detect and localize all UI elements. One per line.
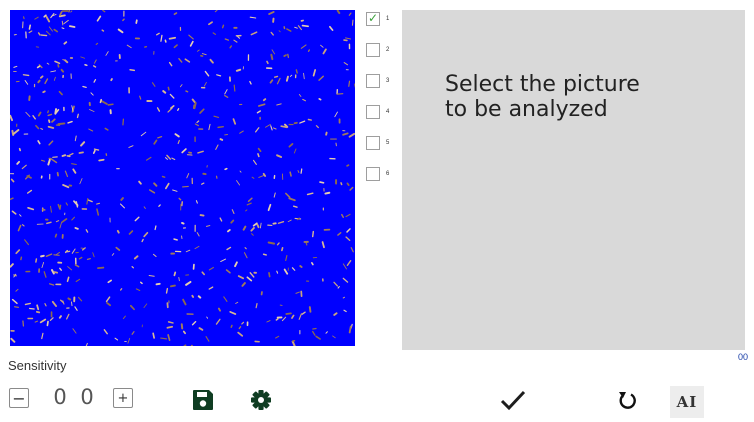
- picture-number: 2: [386, 47, 390, 53]
- increase-sensitivity-button[interactable]: +: [113, 388, 133, 408]
- image-preview: [10, 10, 355, 346]
- picture-option-2[interactable]: 2: [366, 41, 400, 59]
- picture-option-4[interactable]: 4: [366, 103, 400, 121]
- reset-icon: [619, 392, 636, 409]
- instruction-message: Select the picture to be analyzed: [445, 72, 640, 122]
- ai-analysis-button[interactable]: AI: [670, 386, 704, 418]
- picture-option-5[interactable]: 5: [366, 134, 400, 152]
- settings-button[interactable]: [244, 383, 278, 417]
- picture-checkbox[interactable]: ✓: [366, 11, 380, 26]
- sensitivity-digit: 0: [80, 385, 94, 409]
- picture-option-6[interactable]: 6: [366, 165, 400, 183]
- picture-number: 3: [386, 78, 390, 84]
- save-button[interactable]: [186, 383, 220, 417]
- picture-checkbox[interactable]: [366, 74, 380, 88]
- save-icon: [193, 390, 213, 410]
- checkmark-icon: [500, 390, 526, 411]
- picture-option-3[interactable]: 3: [366, 72, 400, 90]
- picture-option-1[interactable]: ✓ 1: [366, 10, 400, 28]
- decrease-sensitivity-button[interactable]: −: [9, 388, 29, 408]
- check-icon: ✓: [368, 11, 379, 25]
- reset-button[interactable]: [610, 383, 644, 417]
- sensitivity-control: Sensitivity − 0 0 +: [8, 352, 158, 418]
- picture-checkbox[interactable]: [366, 136, 380, 150]
- particle-image: [10, 10, 355, 346]
- picture-selector-list: ✓ 1 2 3 4 5 6: [366, 10, 400, 190]
- analysis-panel: Select the picture to be analyzed: [402, 10, 745, 350]
- picture-number: 4: [386, 109, 390, 115]
- picture-number: 5: [386, 140, 390, 146]
- gear-icon: [251, 390, 271, 410]
- result-counter: 00: [737, 352, 748, 362]
- picture-checkbox[interactable]: [366, 167, 380, 181]
- picture-number: 6: [386, 171, 390, 177]
- sensitivity-digit: 0: [53, 385, 67, 409]
- picture-number: 1: [386, 16, 390, 22]
- confirm-button[interactable]: [496, 383, 530, 417]
- sensitivity-label: Sensitivity: [8, 358, 67, 373]
- picture-checkbox[interactable]: [366, 43, 380, 57]
- picture-checkbox[interactable]: [366, 105, 380, 119]
